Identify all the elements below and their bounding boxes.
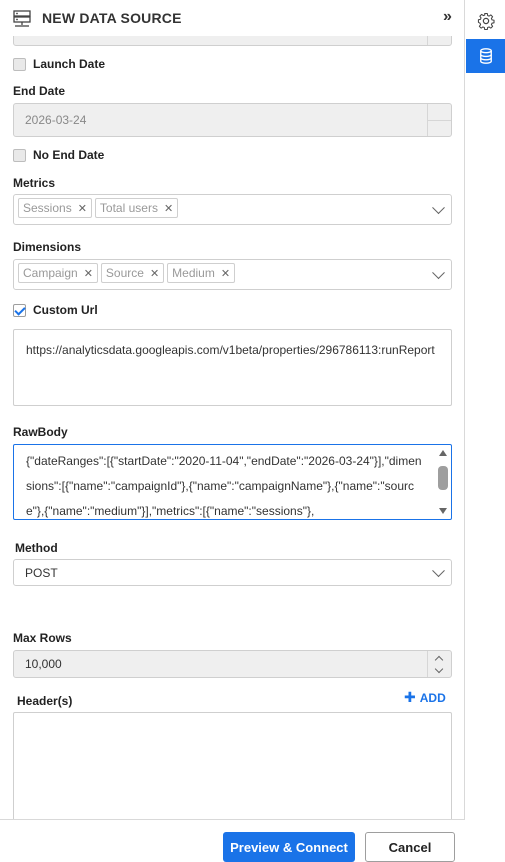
scroll-up-icon[interactable]	[439, 450, 447, 456]
launch-date-label: Launch Date	[33, 57, 106, 71]
custom-url-value: https://analyticsdata.googleapis.com/v1b…	[26, 343, 435, 357]
no-end-date-checkbox-row[interactable]: No End Date	[13, 148, 104, 162]
panel-footer: Preview & Connect Cancel	[0, 819, 465, 862]
metrics-label: Metrics	[13, 176, 56, 190]
dimension-tag: Campaign ✕	[18, 263, 98, 283]
dimension-tag: Medium ✕	[167, 263, 236, 283]
max-rows-value: 10,000	[25, 657, 62, 671]
dimensions-label: Dimensions	[13, 240, 82, 254]
gear-icon[interactable]	[466, 4, 505, 38]
raw-body-value: {"dateRanges":[{"startDate":"2020-11-04"…	[26, 454, 422, 518]
no-end-date-checkbox[interactable]	[13, 148, 26, 162]
custom-url-field[interactable]: https://analyticsdata.googleapis.com/v1b…	[13, 329, 452, 406]
headers-list[interactable]	[13, 712, 452, 819]
max-rows-stepper[interactable]: 10,000	[13, 650, 452, 678]
max-rows-label: Max Rows	[13, 631, 72, 645]
launch-date-checkbox[interactable]	[13, 57, 26, 71]
add-header-button[interactable]: ✚ ADD	[404, 689, 446, 706]
panel-header: NEW DATA SOURCE »	[0, 0, 465, 36]
custom-url-checkbox[interactable]	[13, 303, 26, 317]
date-spin-box	[427, 36, 451, 45]
cancel-button[interactable]: Cancel	[365, 832, 455, 862]
custom-url-label: Custom Url	[33, 303, 98, 317]
remove-tag-icon[interactable]: ✕	[84, 267, 93, 280]
chevron-down-icon[interactable]	[432, 265, 445, 279]
end-date-label: End Date	[13, 84, 66, 98]
metric-tag: Total users ✕	[94, 198, 179, 218]
no-end-date-label: No End Date	[33, 148, 105, 162]
end-date-value: 2026-03-24	[25, 113, 87, 127]
remove-tag-icon[interactable]: ✕	[78, 202, 87, 215]
right-rail	[466, 0, 505, 862]
raw-body-field[interactable]: {"dateRanges":[{"startDate":"2020-11-04"…	[13, 444, 452, 520]
raw-body-label: RawBody	[13, 425, 68, 439]
end-date-field: 2026-03-24	[13, 103, 452, 137]
start-date-field	[13, 36, 452, 46]
double-chevron-right-icon[interactable]: »	[443, 8, 452, 26]
scroll-thumb[interactable]	[438, 466, 448, 490]
preview-connect-button[interactable]: Preview & Connect	[223, 832, 355, 862]
raw-body-scrollbar[interactable]	[436, 446, 450, 518]
data-source-panel: NEW DATA SOURCE » Launch Date End Date 2…	[0, 0, 465, 862]
remove-tag-icon[interactable]: ✕	[221, 267, 230, 280]
date-spin-box	[427, 104, 451, 136]
method-label: Method	[15, 541, 58, 555]
chevron-down-icon[interactable]	[432, 563, 445, 577]
custom-url-checkbox-row[interactable]: Custom Url	[13, 303, 98, 317]
dimension-tag: Source ✕	[100, 263, 165, 283]
metric-tag: Sessions ✕	[18, 198, 92, 218]
server-icon	[12, 9, 32, 29]
launch-date-checkbox-row[interactable]: Launch Date	[13, 57, 105, 71]
dimensions-multiselect[interactable]: Campaign ✕ Source ✕ Medium ✕	[13, 259, 452, 290]
plus-icon: ✚	[404, 689, 416, 705]
page-title: NEW DATA SOURCE	[42, 10, 182, 26]
headers-label: Header(s)	[17, 694, 73, 708]
form-scroll-area[interactable]: Launch Date End Date 2026-03-24 No End D…	[0, 36, 465, 819]
remove-tag-icon[interactable]: ✕	[164, 202, 173, 215]
scroll-down-icon[interactable]	[439, 508, 447, 514]
increment-icon[interactable]	[434, 655, 444, 665]
method-value: POST	[25, 566, 58, 580]
method-select[interactable]: POST	[13, 559, 452, 586]
chevron-down-icon[interactable]	[432, 200, 445, 214]
decrement-icon[interactable]	[434, 664, 444, 674]
metrics-multiselect[interactable]: Sessions ✕ Total users ✕	[13, 194, 452, 225]
remove-tag-icon[interactable]: ✕	[150, 267, 159, 280]
database-icon[interactable]	[466, 39, 505, 73]
quantity-stepper[interactable]	[427, 651, 451, 677]
